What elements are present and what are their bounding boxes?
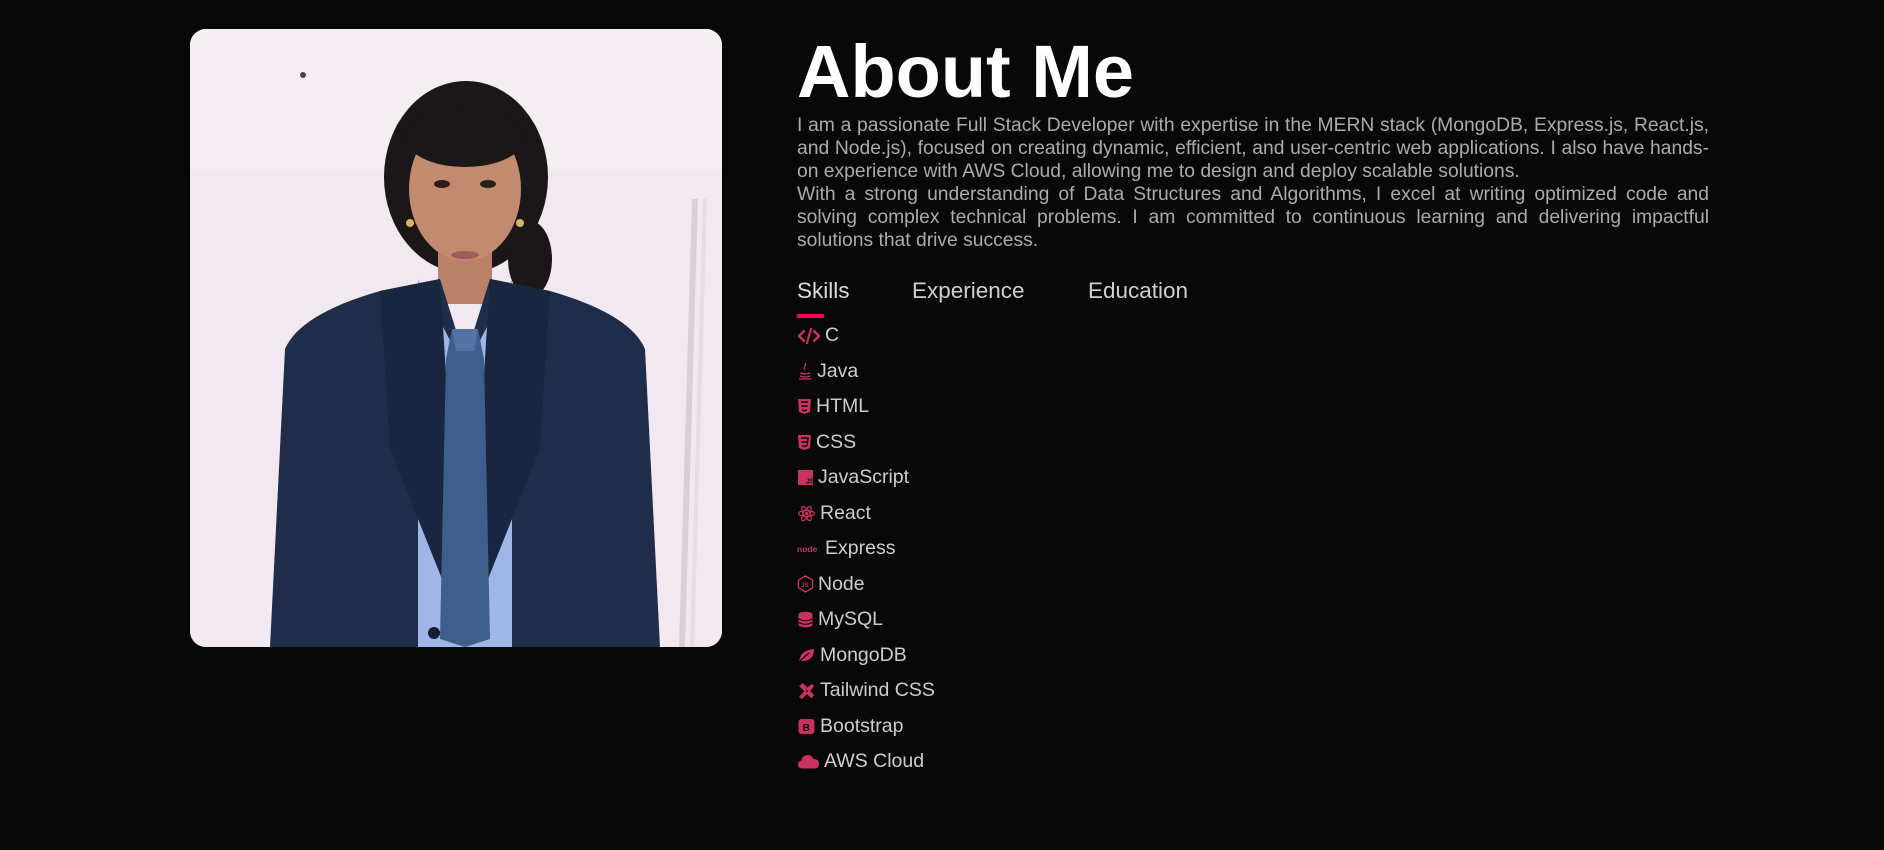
skill-item-javascript: JS JavaScript (797, 460, 935, 496)
skill-label: Java (817, 359, 859, 382)
skill-label: AWS Cloud (824, 750, 925, 773)
react-icon (797, 505, 816, 522)
skill-label: CSS (816, 430, 857, 453)
node-logo-icon: node (797, 542, 821, 556)
tab-skills[interactable]: Skills (797, 276, 850, 306)
skill-label: MongoDB (820, 643, 907, 666)
skill-item-mysql: MySQL (797, 602, 935, 638)
tab-education[interactable]: Education (1088, 276, 1188, 306)
skill-label: Bootstrap (820, 714, 904, 737)
skill-label: JavaScript (818, 466, 910, 489)
svg-text:node: node (797, 544, 818, 554)
nodejs-hexagon-icon: JS (797, 575, 814, 594)
cloud-icon (797, 753, 820, 770)
css3-icon (797, 434, 812, 451)
javascript-icon: JS (797, 469, 814, 486)
tools-icon (797, 682, 816, 700)
skill-item-css: CSS (797, 425, 935, 461)
about-paragraph-1: I am a passionate Full Stack Developer w… (797, 115, 1709, 182)
skill-item-bootstrap: B Bootstrap (797, 709, 935, 745)
java-icon (797, 362, 813, 380)
skill-item-java: Java (797, 354, 935, 390)
svg-text:JS: JS (806, 479, 814, 486)
skill-item-html: HTML (797, 389, 935, 425)
about-title: About Me (797, 30, 1135, 113)
tab-experience[interactable]: Experience (912, 276, 1025, 306)
about-paragraph-2: With a strong understanding of Data Stru… (797, 184, 1709, 251)
skill-label: Tailwind CSS (820, 679, 935, 702)
html5-icon (797, 398, 812, 415)
skill-label: HTML (816, 395, 870, 418)
skill-label: C (825, 324, 840, 347)
skill-item-node: JS Node (797, 567, 935, 603)
skill-item-express: node Express (797, 531, 935, 567)
leaf-icon (797, 647, 816, 664)
svg-text:B: B (803, 723, 810, 734)
about-section: About Me I am a passionate Full Stack De… (0, 0, 1884, 850)
skill-item-tailwind: Tailwind CSS (797, 673, 935, 709)
svg-text:JS: JS (801, 583, 808, 589)
profile-photo (190, 29, 722, 647)
skill-item-mongodb: MongoDB (797, 638, 935, 674)
database-icon (797, 611, 814, 629)
skill-item-c: C (797, 318, 935, 354)
skill-label: Express (825, 537, 896, 560)
code-icon (797, 327, 821, 344)
bootstrap-icon: B (797, 718, 816, 735)
skill-item-react: React (797, 496, 935, 532)
skills-list: C Java HTML CSS JS JavaScript React node… (797, 318, 935, 780)
skill-item-aws: AWS Cloud (797, 744, 935, 780)
skill-label: React (820, 501, 871, 524)
about-content: About Me I am a passionate Full Stack De… (797, 30, 1709, 326)
skill-label: MySQL (818, 608, 884, 631)
skill-label: Node (818, 572, 865, 595)
